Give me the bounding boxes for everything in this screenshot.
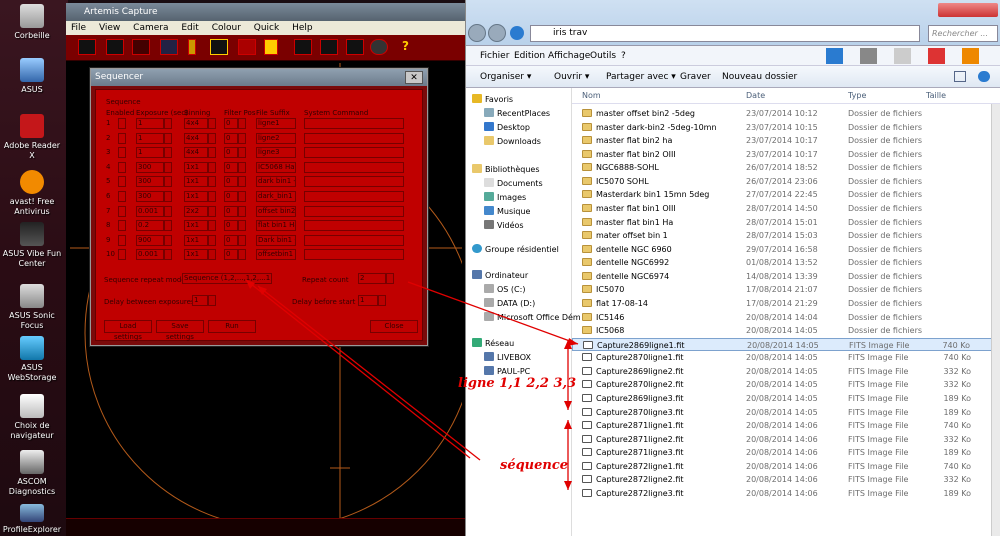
annotation-lignes: ligne 1,1 2,2 3,3 (458, 376, 577, 391)
annotation-arrows (245, 279, 579, 490)
annotation-sequence: séquence (500, 458, 569, 473)
